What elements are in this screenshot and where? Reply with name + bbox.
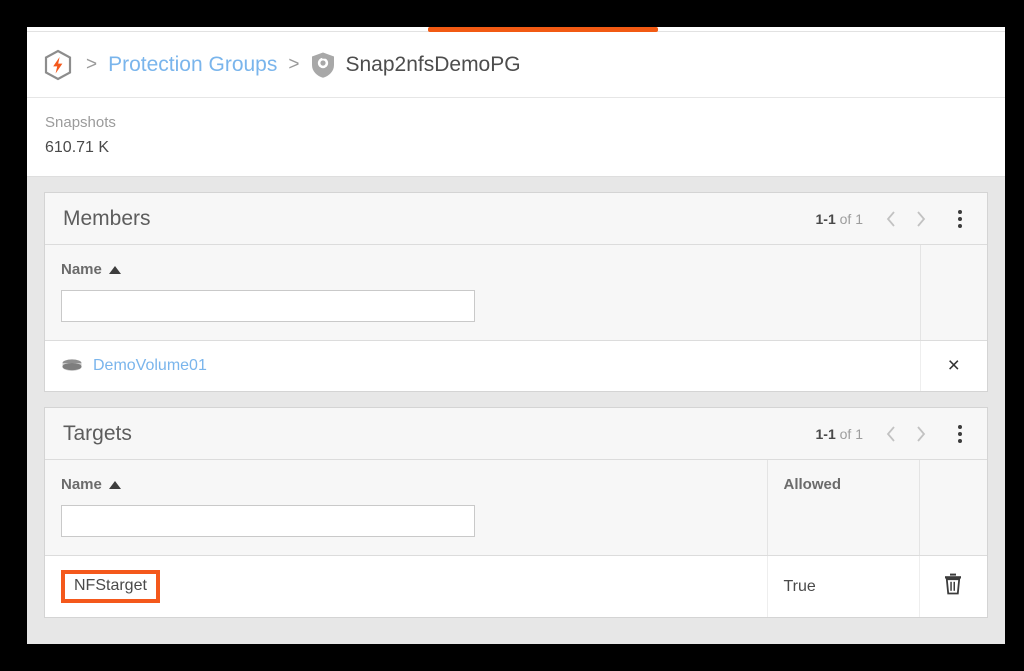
sort-ascending-icon[interactable]	[108, 480, 121, 489]
nfstarget-highlight-annotation: NFStarget	[61, 570, 160, 603]
targets-cell-allowed: True	[767, 555, 920, 617]
targets-col-name-label: Name	[61, 476, 102, 493]
active-tab-indicator[interactable]	[428, 27, 658, 32]
screenshot-frame: > Protection Groups > Snap2nfsDemoPG Sna…	[0, 0, 1024, 671]
chevron-right-icon[interactable]	[907, 420, 935, 448]
members-col-name-label: Name	[61, 261, 102, 278]
targets-cell-name: NFStarget	[45, 555, 768, 617]
trash-icon[interactable]	[942, 572, 964, 596]
targets-pager-range: 1-1	[815, 425, 836, 442]
targets-cell-action	[919, 555, 987, 617]
targets-allowed-value: True	[783, 577, 816, 595]
breadcrumb: > Protection Groups > Snap2nfsDemoPG	[27, 32, 1005, 98]
snapshots-summary: Snapshots 610.71 K	[27, 98, 1005, 177]
members-table: Name DemoVolume01 ×	[45, 245, 987, 391]
members-pager-of: of 1	[839, 210, 863, 227]
members-pager: 1-1 of 1	[816, 205, 935, 233]
targets-card-header: Targets 1-1 of 1	[45, 408, 987, 460]
members-title: Members	[63, 206, 151, 230]
snapshots-value: 610.71 K	[45, 139, 110, 156]
volume-disk-icon	[61, 358, 83, 374]
table-row: NFStarget True	[45, 555, 987, 617]
breadcrumb-separator-1: >	[86, 53, 98, 75]
targets-header-row: Name Allowed	[45, 460, 987, 556]
members-name-filter-input[interactable]	[61, 290, 475, 322]
members-pager-count: 1-1 of 1	[816, 211, 863, 227]
breadcrumb-separator-2: >	[288, 53, 300, 75]
breadcrumb-link-protection-groups[interactable]: Protection Groups	[108, 53, 277, 77]
targets-col-name: Name	[45, 460, 768, 556]
protection-bolt-icon[interactable]	[43, 49, 73, 81]
members-cell-name: DemoVolume01	[45, 340, 921, 391]
targets-name-value: NFStarget	[74, 577, 147, 594]
targets-name-filter-input[interactable]	[61, 505, 475, 537]
close-x-icon[interactable]: ×	[948, 354, 960, 377]
targets-table: Name Allowed NFStarget True	[45, 460, 987, 617]
members-name-cell-content: DemoVolume01	[61, 357, 904, 375]
targets-kebab-menu-icon[interactable]	[945, 419, 975, 449]
sort-ascending-icon[interactable]	[108, 265, 121, 274]
shield-snapshot-icon	[310, 51, 336, 79]
targets-pager-of: of 1	[839, 425, 863, 442]
chevron-right-icon[interactable]	[907, 205, 935, 233]
targets-col-allowed: Allowed	[767, 460, 920, 556]
members-cell-action: ×	[920, 340, 987, 391]
members-col-name-label-wrap[interactable]: Name	[61, 261, 904, 278]
members-kebab-menu-icon[interactable]	[945, 204, 975, 234]
page-body: Members 1-1 of 1 Name DemoVolume01 × Tar…	[27, 177, 1005, 644]
table-row: DemoVolume01 ×	[45, 340, 987, 391]
members-pager-range: 1-1	[815, 210, 836, 227]
targets-pager-count: 1-1 of 1	[816, 426, 863, 442]
chevron-left-icon[interactable]	[877, 420, 905, 448]
members-card-header: Members 1-1 of 1	[45, 193, 987, 245]
targets-col-allowed-label-wrap[interactable]: Allowed	[784, 476, 903, 493]
targets-title: Targets	[63, 421, 132, 445]
tab-strip	[27, 27, 1005, 32]
members-card: Members 1-1 of 1 Name DemoVolume01 ×	[44, 192, 988, 392]
app-window: > Protection Groups > Snap2nfsDemoPG Sna…	[27, 27, 1005, 644]
targets-col-actions	[919, 460, 987, 556]
snapshots-label: Snapshots	[45, 114, 116, 131]
targets-col-name-label-wrap[interactable]: Name	[61, 476, 751, 493]
members-name-link[interactable]: DemoVolume01	[93, 357, 207, 375]
targets-col-allowed-label: Allowed	[783, 476, 842, 493]
members-col-actions	[920, 245, 987, 341]
members-col-name: Name	[45, 245, 921, 341]
members-header-row: Name	[45, 245, 987, 341]
targets-card: Targets 1-1 of 1 Name Allowed NFStarget …	[44, 407, 988, 618]
targets-pager: 1-1 of 1	[816, 420, 935, 448]
breadcrumb-current-page: Snap2nfsDemoPG	[345, 52, 521, 76]
chevron-left-icon[interactable]	[877, 205, 905, 233]
